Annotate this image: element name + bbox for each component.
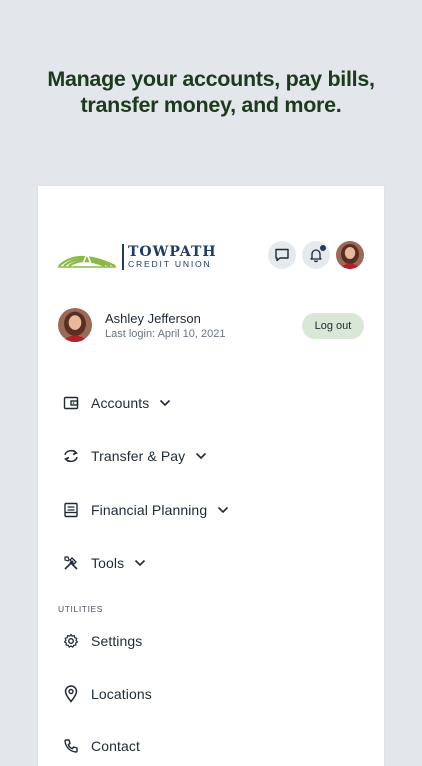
chevron-down-icon[interactable] [217, 506, 229, 514]
chat-icon [275, 248, 289, 262]
last-login-text: Last login: April 10, 2021 [105, 328, 226, 340]
nav-item-locations[interactable]: Locations [62, 680, 152, 708]
headline-line-2: transfer money, and more. [80, 93, 342, 117]
notification-badge [319, 244, 327, 252]
nav-item-contact[interactable]: Contact [62, 732, 140, 760]
user-avatar [58, 308, 92, 342]
headline: Manage your accounts, pay bills, transfe… [0, 66, 422, 118]
nav-item-financial-planning[interactable]: Financial Planning [62, 496, 229, 524]
tools-icon [62, 554, 80, 572]
user-name: Ashley Jefferson [105, 311, 201, 326]
nav-item-accounts[interactable]: Accounts [62, 389, 171, 417]
nav-label: Locations [91, 686, 152, 702]
logo-wordmark: TOWPATH CREDIT UNION [128, 245, 217, 269]
profile-avatar-button[interactable] [336, 241, 364, 269]
nav-item-tools[interactable]: Tools [62, 549, 146, 577]
wallet-icon [62, 394, 80, 412]
user-summary: Ashley Jefferson Last login: April 10, 2… [58, 308, 364, 344]
nav-label: Financial Planning [91, 502, 208, 518]
phone-icon [62, 737, 80, 755]
logo-divider [122, 244, 124, 270]
avatar [336, 241, 364, 269]
nav-label: Accounts [91, 395, 150, 411]
chevron-down-icon[interactable] [134, 559, 146, 567]
chevron-down-icon[interactable] [195, 452, 207, 460]
app-screen: TOWPATH CREDIT UNION Ashley Jefferson La… [38, 186, 384, 766]
nav-label: Contact [91, 738, 140, 754]
logout-button[interactable]: Log out [302, 313, 364, 339]
utilities-heading: UTILITIES [58, 604, 104, 614]
avatar-image [58, 308, 92, 342]
location-pin-icon [62, 685, 80, 703]
planning-icon [62, 501, 80, 519]
transfer-icon [62, 447, 80, 465]
messages-button[interactable] [268, 241, 296, 269]
brand-logo[interactable]: TOWPATH CREDIT UNION [58, 243, 217, 271]
nav-label: Settings [91, 633, 143, 649]
chevron-down-icon[interactable] [159, 399, 171, 407]
header-actions [268, 241, 364, 269]
gear-icon [62, 632, 80, 650]
app-header: TOWPATH CREDIT UNION [58, 241, 364, 273]
logo-arch-icon [58, 251, 116, 268]
nav-item-transfer-pay[interactable]: Transfer & Pay [62, 442, 207, 470]
nav-label: Tools [91, 555, 125, 571]
logo-wordmark-line-2: CREDIT UNION [128, 259, 212, 269]
logo-wordmark-line-1: TOWPATH [128, 244, 217, 260]
notifications-button[interactable] [302, 241, 330, 269]
nav-item-settings[interactable]: Settings [62, 627, 142, 655]
headline-line-1: Manage your accounts, pay bills, [47, 67, 375, 91]
nav-label: Transfer & Pay [91, 448, 186, 464]
